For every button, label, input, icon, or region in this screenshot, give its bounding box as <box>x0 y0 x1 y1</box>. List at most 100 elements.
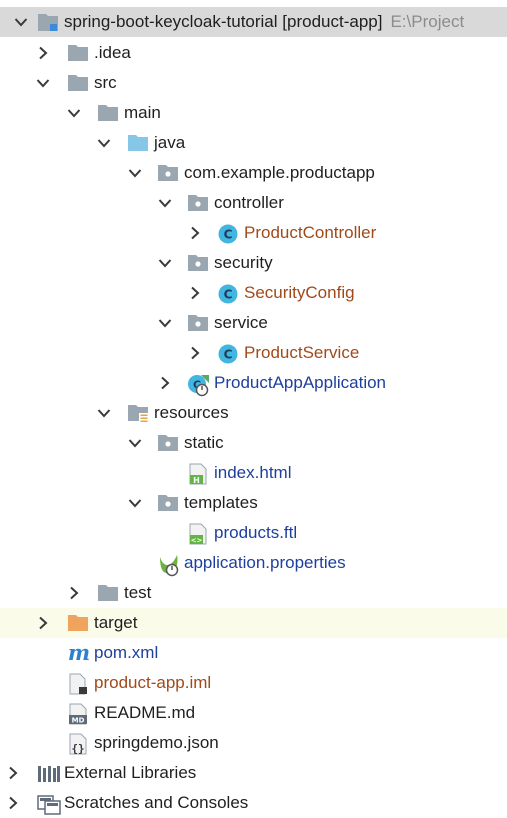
tree-label-target: target <box>94 613 138 632</box>
svg-text:H: H <box>193 476 200 485</box>
tree-row-templates[interactable]: templates <box>0 488 507 518</box>
tree-label-security-config: SecurityConfig <box>244 283 355 302</box>
chevron-down-icon[interactable] <box>157 308 173 338</box>
tree-label-product-app-application: ProductAppApplication <box>214 373 387 392</box>
tree-row-main[interactable]: main <box>0 98 507 128</box>
chevron-right-icon[interactable] <box>66 578 82 608</box>
iml-file-icon <box>67 673 89 695</box>
tree-row-target[interactable]: target <box>0 608 507 638</box>
chevron-down-icon[interactable] <box>66 98 82 128</box>
chevron-right-icon[interactable] <box>157 368 173 398</box>
tree-row-index-html[interactable]: H index.html <box>0 458 507 488</box>
template-file-icon: <> <box>187 523 209 545</box>
libraries-icon <box>37 763 60 785</box>
tree-row-idea[interactable]: .idea <box>0 38 507 68</box>
folder-icon <box>97 103 119 125</box>
project-tree: spring-boot-keycloak-tutorial [product-a… <box>0 0 507 815</box>
tree-row-application-properties[interactable]: application.properties <box>0 548 507 578</box>
tree-label-product-service: ProductService <box>244 343 360 362</box>
spring-boot-app-icon: C <box>187 373 209 397</box>
root-path: E:\Project <box>390 12 465 31</box>
tree-row-product-controller[interactable]: C ProductController <box>0 218 507 248</box>
chevron-down-icon[interactable] <box>35 68 51 98</box>
chevron-right-icon[interactable] <box>187 278 203 308</box>
tree-row-test[interactable]: test <box>0 578 507 608</box>
chevron-down-icon[interactable] <box>127 488 143 518</box>
json-icon: {} <box>67 733 89 755</box>
source-folder-icon <box>127 133 149 155</box>
chevron-right-icon[interactable] <box>35 608 51 638</box>
svg-text:m: m <box>68 643 90 665</box>
tree-label-iml: product-app.iml <box>94 673 212 692</box>
resources-folder-icon <box>127 403 149 425</box>
svg-text:<>: <> <box>191 537 203 545</box>
tree-label-main: main <box>124 103 161 122</box>
tree-row-java[interactable]: java <box>0 128 507 158</box>
tree-row-resources[interactable]: resources <box>0 398 507 428</box>
tree-row-external-libraries[interactable]: External Libraries <box>0 758 507 788</box>
svg-text:C: C <box>224 228 233 242</box>
tree-row-security[interactable]: security <box>0 248 507 278</box>
tree-label-java: java <box>154 133 186 152</box>
svg-text:C: C <box>224 348 233 362</box>
folder-icon <box>67 73 89 95</box>
tree-label-src: src <box>94 73 117 92</box>
tree-label-application-properties: application.properties <box>184 553 346 572</box>
tree-row-springdemo[interactable]: {} springdemo.json <box>0 728 507 758</box>
tree-row-src[interactable]: src <box>0 68 507 98</box>
chevron-down-icon[interactable] <box>96 398 112 428</box>
tree-row-readme[interactable]: MD README.md <box>0 698 507 728</box>
tree-row-controller[interactable]: controller <box>0 188 507 218</box>
tree-label-security: security <box>214 253 273 272</box>
class-icon: C <box>217 223 239 245</box>
package-icon <box>187 193 209 215</box>
maven-icon: m <box>67 643 90 665</box>
tree-row-pom[interactable]: m pom.xml <box>0 638 507 668</box>
folder-icon <box>67 43 89 65</box>
tree-row-iml[interactable]: product-app.iml <box>0 668 507 698</box>
svg-text:MD: MD <box>72 717 85 725</box>
chevron-right-icon[interactable] <box>187 338 203 368</box>
chevron-down-icon[interactable] <box>13 7 29 37</box>
tree-label-package: com.example.productapp <box>184 163 375 182</box>
tree-label-products-ftl: products.ftl <box>214 523 298 542</box>
chevron-down-icon[interactable] <box>96 128 112 158</box>
spring-properties-icon <box>157 553 179 577</box>
package-icon <box>157 433 179 455</box>
tree-row-product-app-application[interactable]: C ProductAppApplication <box>0 368 507 398</box>
excluded-folder-icon <box>67 613 89 635</box>
root-name: spring-boot-keycloak-tutorial <box>64 12 278 31</box>
package-icon <box>157 163 179 185</box>
tree-label-readme: README.md <box>94 703 196 722</box>
tree-row-static[interactable]: static <box>0 428 507 458</box>
tree-row-root[interactable]: spring-boot-keycloak-tutorial [product-a… <box>0 7 507 37</box>
chevron-down-icon[interactable] <box>157 248 173 278</box>
chevron-down-icon[interactable] <box>127 428 143 458</box>
tree-row-products-ftl[interactable]: <> products.ftl <box>0 518 507 548</box>
module-icon <box>37 11 59 33</box>
svg-text:{}: {} <box>71 742 84 755</box>
tree-row-service[interactable]: service <box>0 308 507 338</box>
chevron-right-icon[interactable] <box>5 758 21 788</box>
tree-label-springdemo: springdemo.json <box>94 733 219 752</box>
tree-row-security-config[interactable]: C SecurityConfig <box>0 278 507 308</box>
tree-label-templates: templates <box>184 493 258 512</box>
scratches-icon <box>37 793 61 815</box>
tree-row-package[interactable]: com.example.productapp <box>0 158 507 188</box>
tree-label-product-controller: ProductController <box>244 223 377 242</box>
tree-label-idea: idea <box>98 43 131 62</box>
chevron-down-icon[interactable] <box>157 188 173 218</box>
chevron-right-icon[interactable] <box>35 38 51 68</box>
root-module: [product-app] <box>282 12 383 31</box>
tree-label-service: service <box>214 313 268 332</box>
markdown-icon: MD <box>67 703 89 725</box>
package-icon <box>157 493 179 515</box>
package-icon <box>187 253 209 275</box>
tree-row-product-service[interactable]: C ProductService <box>0 338 507 368</box>
chevron-right-icon[interactable] <box>187 218 203 248</box>
package-icon <box>187 313 209 335</box>
class-icon: C <box>217 283 239 305</box>
html-file-icon: H <box>187 463 209 485</box>
chevron-down-icon[interactable] <box>127 158 143 188</box>
tree-label-test: test <box>124 583 152 602</box>
